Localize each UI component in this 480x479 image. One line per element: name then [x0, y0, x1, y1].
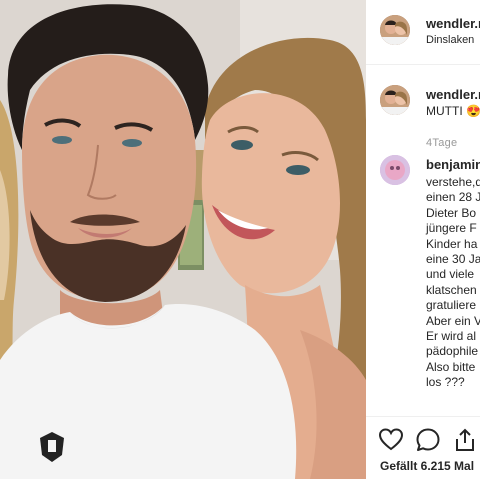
comment-text: verstehe,d einen 28 J Dieter Bo jüngere …	[426, 175, 480, 390]
comment-line: Also bitte	[426, 359, 476, 374]
comment-line: Aber ein V	[426, 313, 480, 328]
comment-line: pädophile	[426, 344, 479, 359]
comment-icon[interactable]	[415, 427, 441, 453]
selfie-image	[0, 0, 366, 479]
commenter-avatar[interactable]	[380, 155, 410, 185]
comment-line: gratuliere	[426, 298, 477, 313]
comment-line: los ???	[426, 375, 465, 390]
post-sidebar: wendler.m Dinslaken wendler.m MUTTI 😍 4T…	[366, 0, 480, 479]
likes-count[interactable]: Gefällt 6.215 Mal	[380, 459, 474, 473]
action-bar: Gefällt 6.215 Mal	[366, 416, 480, 479]
post-header: wendler.m Dinslaken	[366, 0, 480, 65]
comment-line: einen 28 J	[426, 190, 480, 205]
caption-username[interactable]: wendler.m	[426, 87, 480, 102]
post-time[interactable]: 4Tage	[426, 137, 457, 149]
author-avatar[interactable]	[380, 15, 410, 45]
comment-line: verstehe,d	[426, 175, 480, 189]
comment-line: klatschen	[426, 282, 477, 297]
author-username[interactable]: wendler.m	[426, 16, 480, 31]
comment-line: eine 30 Ja	[426, 251, 480, 266]
comment-line: Kinder ha	[426, 236, 478, 251]
caption-text: MUTTI 😍	[426, 104, 480, 118]
share-icon[interactable]	[452, 427, 478, 453]
heart-icon[interactable]	[378, 427, 404, 453]
comment-line: Er wird al	[426, 328, 477, 343]
post-photo[interactable]	[0, 0, 366, 479]
comment-line: jüngere F	[426, 221, 477, 236]
comment-line: Dieter Bo	[426, 205, 477, 220]
commenter-username[interactable]: benjamin	[426, 157, 480, 172]
post-location[interactable]: Dinslaken	[426, 34, 474, 46]
comment-line: und viele	[426, 267, 475, 282]
caption-avatar[interactable]	[380, 85, 410, 115]
